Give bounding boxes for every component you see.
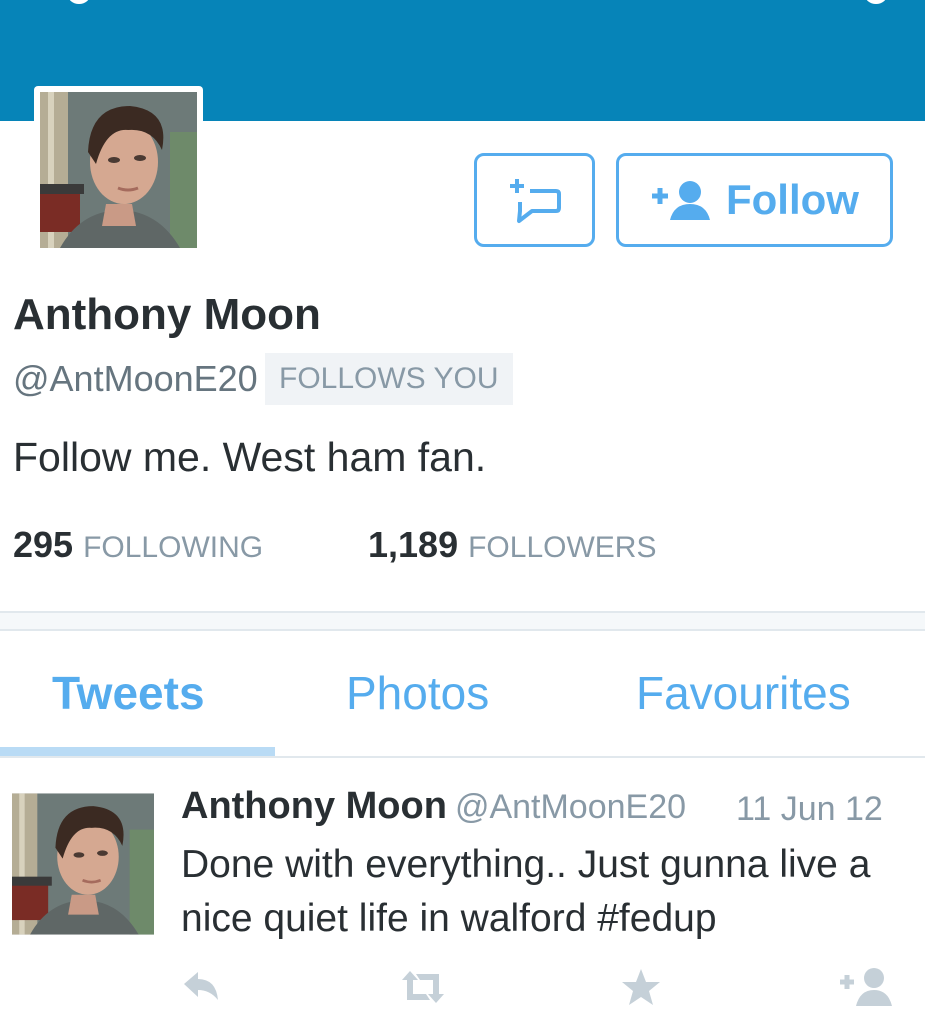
favorite-icon[interactable] — [620, 966, 662, 1008]
followers-label: FOLLOWERS — [468, 531, 657, 564]
add-user-icon — [652, 181, 710, 220]
profile-handle[interactable]: @AntMoonE20 — [13, 358, 258, 400]
follow-user-icon[interactable] — [838, 966, 894, 1008]
active-tab-indicator — [0, 747, 275, 756]
header-icon-fragment — [865, 0, 887, 4]
follow-button-label: Follow — [726, 176, 859, 223]
following-count: 295 — [13, 524, 74, 565]
new-message-icon — [509, 179, 561, 223]
tweet-date[interactable]: 11 Jun 12 — [736, 790, 883, 829]
tweet-header: Anthony Moon @AntMoonE20 — [181, 785, 686, 828]
retweet-icon[interactable] — [398, 966, 448, 1008]
tab-favourites[interactable]: Favourites — [636, 666, 851, 720]
header-icon-fragment — [68, 0, 90, 4]
tweet-avatar[interactable] — [12, 793, 154, 935]
following-label: FOLLOWING — [83, 531, 264, 564]
follow-button[interactable]: Follow — [616, 153, 893, 247]
profile-name: Anthony Moon — [13, 290, 321, 339]
tweet-author-name[interactable]: Anthony Moon — [181, 785, 447, 827]
tweet-author-handle[interactable]: @AntMoonE20 — [455, 788, 686, 826]
tabs-divider — [0, 756, 925, 758]
followers-count: 1,189 — [368, 524, 459, 565]
message-button[interactable] — [474, 153, 595, 247]
follows-you-badge: FOLLOWS YOU — [265, 353, 513, 405]
profile-avatar[interactable] — [34, 86, 203, 254]
reply-icon[interactable] — [180, 966, 222, 1008]
section-divider — [0, 611, 925, 631]
tab-photos[interactable]: Photos — [346, 666, 489, 720]
avatar-image — [40, 92, 197, 248]
following-stat[interactable]: 295 FOLLOWING — [13, 524, 263, 566]
profile-bio: Follow me. West ham fan. — [13, 434, 487, 480]
tweet-text: Done with everything.. Just gunna live a… — [181, 843, 871, 940]
tab-tweets[interactable]: Tweets — [52, 666, 205, 720]
followers-stat[interactable]: 1,189 FOLLOWERS — [368, 524, 656, 566]
